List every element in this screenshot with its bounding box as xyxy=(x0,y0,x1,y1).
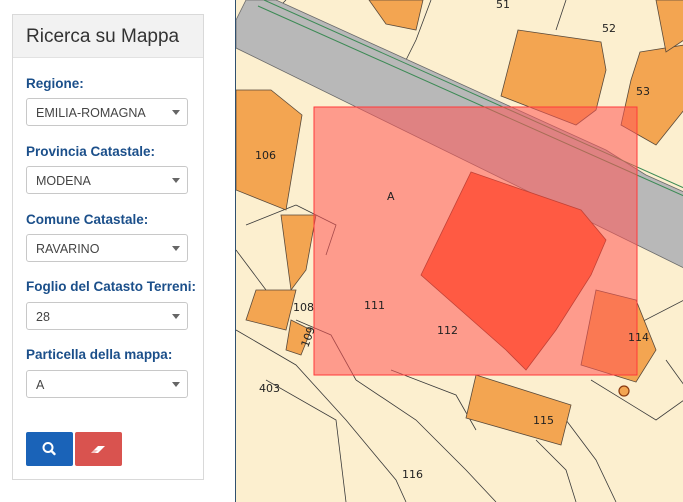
parcel-label: 116 xyxy=(402,468,423,481)
clear-button[interactable] xyxy=(75,432,122,466)
foglio-value: 28 xyxy=(36,310,50,324)
parcel-label: 106 xyxy=(255,149,276,162)
search-button[interactable] xyxy=(26,432,73,466)
regione-select[interactable]: EMILIA-ROMAGNA xyxy=(26,98,188,126)
comune-label: Comune Catastale: xyxy=(26,212,149,227)
parcel-label: 108 xyxy=(293,301,314,314)
particella-select[interactable]: A xyxy=(26,370,188,398)
regione-label: Regione: xyxy=(26,76,84,91)
chevron-down-icon xyxy=(172,110,180,115)
parcel-label: 403 xyxy=(259,382,280,395)
provincia-select[interactable]: MODENA xyxy=(26,166,188,194)
foglio-select[interactable]: 28 xyxy=(26,302,188,330)
foglio-label: Foglio del Catasto Terreni: xyxy=(26,279,197,294)
particella-value: A xyxy=(36,378,45,392)
map-canvas[interactable]: 51 52 53 106 A 108 109 111 112 114 403 1… xyxy=(236,0,683,502)
parcel-label: 112 xyxy=(437,324,458,337)
parcel-label: A xyxy=(387,190,395,203)
parcel-label: 111 xyxy=(364,299,385,312)
particella-label: Particella della mappa: xyxy=(26,347,173,362)
chevron-down-icon xyxy=(172,178,180,183)
map-marker[interactable] xyxy=(618,385,630,397)
eraser-icon xyxy=(91,446,105,453)
chevron-down-icon xyxy=(172,314,180,319)
parcel-label: 115 xyxy=(533,414,554,427)
comune-value: RAVARINO xyxy=(36,242,100,256)
comune-select[interactable]: RAVARINO xyxy=(26,234,188,262)
parcel-label: 114 xyxy=(628,331,649,344)
provincia-value: MODENA xyxy=(36,174,91,188)
parcel-label: 52 xyxy=(602,22,616,35)
provincia-label: Provincia Catastale: xyxy=(26,144,156,159)
parcel-label: 53 xyxy=(636,85,650,98)
panel-title: Ricerca su Mappa xyxy=(26,26,180,47)
regione-value: EMILIA-ROMAGNA xyxy=(36,106,146,120)
parcel-label: 51 xyxy=(496,0,510,11)
search-panel: Ricerca su Mappa Regione: EMILIA-ROMAGNA… xyxy=(12,14,204,480)
search-icon xyxy=(42,442,56,456)
chevron-down-icon xyxy=(172,246,180,251)
parcel-highlight xyxy=(313,106,638,376)
chevron-down-icon xyxy=(172,382,180,387)
cadastral-map[interactable]: 51 52 53 106 A 108 109 111 112 114 403 1… xyxy=(235,0,683,502)
